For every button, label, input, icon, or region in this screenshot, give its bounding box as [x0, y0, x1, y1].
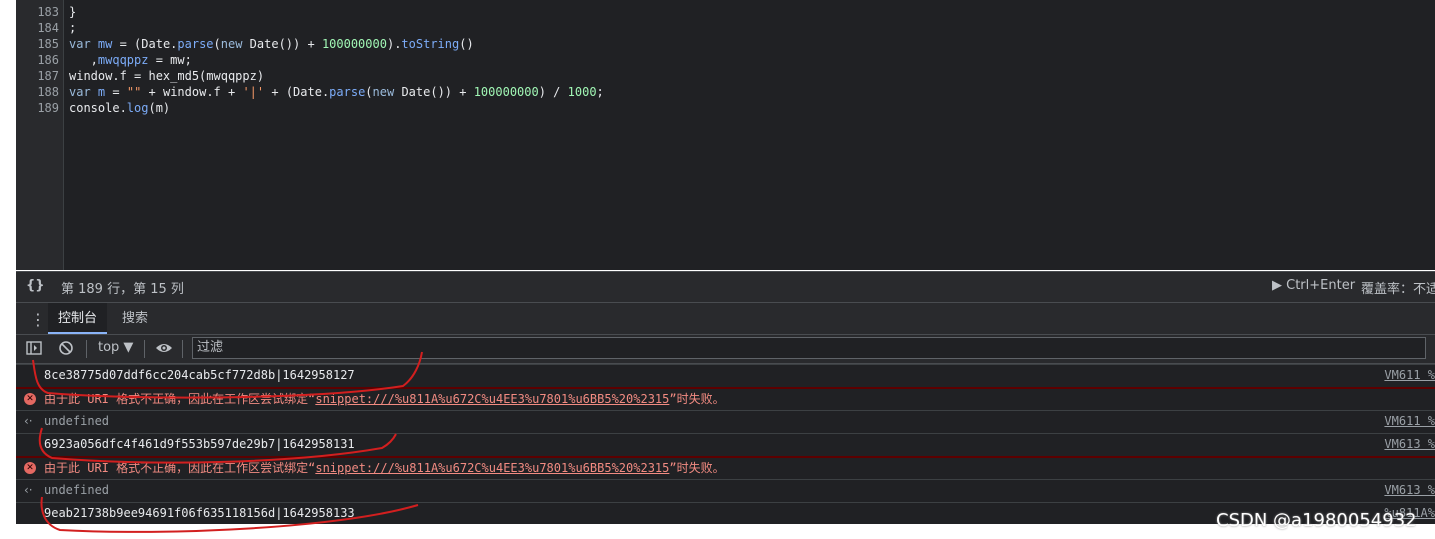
return-value-icon: ‹·	[24, 414, 33, 428]
line-number: 184	[37, 21, 59, 35]
console-message-text: 9eab21738b9ee94691f06f635118156d|1642958…	[44, 506, 355, 520]
console-log-row: 9eab21738b9ee94691f06f635118156d|1642958…	[16, 502, 1435, 520]
console-return-row: ‹· undefined VM611 %	[16, 410, 1435, 428]
source-link[interactable]: VM613 %	[1384, 479, 1435, 501]
pretty-print-button[interactable]: {}	[26, 278, 45, 293]
drawer-menu-icon[interactable]: ⋮	[30, 310, 46, 329]
return-value-icon: ‹·	[24, 483, 33, 497]
line-number: 187	[37, 69, 59, 83]
code-line[interactable]: console.log(m)	[69, 100, 170, 116]
source-link[interactable]: VM611 %	[1384, 410, 1435, 432]
console-message-text: 8ce38775d07ddf6cc204cab5cf772d8b|1642958…	[44, 368, 355, 382]
console-return-row: ‹· undefined VM613 %	[16, 479, 1435, 497]
coverage-status: 覆盖率：不适	[1361, 282, 1435, 297]
cursor-position: 第 189 行，第 15 列	[61, 282, 184, 297]
console-log-row: 6923a056dfc4f461d9f553b597de29b7|1642958…	[16, 433, 1435, 451]
source-link[interactable]: VM611 %	[1384, 364, 1435, 386]
console-messages: 8ce38775d07ddf6cc204cab5cf772d8b|1642958…	[16, 364, 1435, 524]
line-number: 185	[37, 37, 59, 51]
error-icon: ✕	[24, 393, 36, 405]
live-expression-eye-icon[interactable]	[155, 339, 173, 357]
code-editor[interactable]: 183 184 185 186 187 188 189 }; var mw = (Date.p…	[16, 0, 1435, 270]
console-message-text: undefined	[44, 414, 110, 428]
snippet-uri-link[interactable]: snippet:///%u811A%u672C%u4EE3%u7801%u6BB…	[315, 461, 669, 475]
line-number: 186	[37, 53, 59, 67]
line-number-gutter: 183 184 185 186 187 188 189	[16, 0, 64, 270]
drawer-tabbar: ⋮ 控制台 搜索	[16, 302, 1435, 335]
console-log-row: 8ce38775d07ddf6cc204cab5cf772d8b|1642958…	[16, 364, 1435, 382]
error-icon: ✕	[24, 462, 36, 474]
run-snippet-button[interactable]: ▶ Ctrl+Enter	[1272, 278, 1355, 293]
code-line[interactable]: ;	[69, 20, 76, 36]
editor-status-bar: {} 第 189 行，第 15 列 ▶ Ctrl+Enter 覆盖率：不适	[16, 271, 1435, 302]
console-message-text: 由于此 URI 格式不正确，因此在工作区尝试绑定“snippet:///%u81…	[44, 392, 725, 406]
line-number: 188	[37, 85, 59, 99]
source-link[interactable]: VM613 %	[1384, 433, 1435, 455]
line-number: 183	[37, 5, 59, 19]
tab-console[interactable]: 控制台	[48, 303, 108, 334]
console-error-row: ✕ 由于此 URI 格式不正确，因此在工作区尝试绑定“snippet:///%u8…	[16, 456, 1435, 475]
sidebar-toggle-icon[interactable]	[25, 339, 43, 357]
left-margin	[0, 0, 16, 539]
tab-search[interactable]: 搜索	[112, 303, 158, 334]
code-line[interactable]: window.f = hex_md5(mwqqppz)	[69, 68, 264, 84]
console-message-text: undefined	[44, 483, 110, 497]
clear-console-icon[interactable]	[57, 339, 75, 357]
console-error-row: ✕ 由于此 URI 格式不正确，因此在工作区尝试绑定“snippet:///%u8…	[16, 387, 1435, 406]
toolbar-divider	[182, 340, 183, 358]
snippet-uri-link[interactable]: snippet:///%u811A%u672C%u4EE3%u7801%u6BB…	[315, 392, 669, 406]
code-line[interactable]: ,mwqqppz = mw;	[69, 52, 192, 68]
code-line[interactable]: var mw = (Date.parse(new Date()) + 10000…	[69, 36, 474, 52]
watermark: CSDN @a1980054932	[1216, 510, 1417, 531]
code-line[interactable]: var m = "" + window.f + '|' + (Date.pars…	[69, 84, 604, 100]
console-message-text: 6923a056dfc4f461d9f553b597de29b7|1642958…	[44, 437, 355, 451]
toolbar-divider	[144, 340, 145, 358]
console-message-text: 由于此 URI 格式不正确，因此在工作区尝试绑定“snippet:///%u81…	[44, 461, 725, 475]
toolbar-divider	[86, 340, 87, 358]
context-selector[interactable]: top ▼	[98, 340, 133, 355]
console-toolbar: top ▼ 过滤	[16, 334, 1435, 364]
filter-input[interactable]: 过滤	[192, 337, 1426, 359]
line-number: 189	[37, 101, 59, 115]
code-line[interactable]: }	[69, 4, 76, 20]
